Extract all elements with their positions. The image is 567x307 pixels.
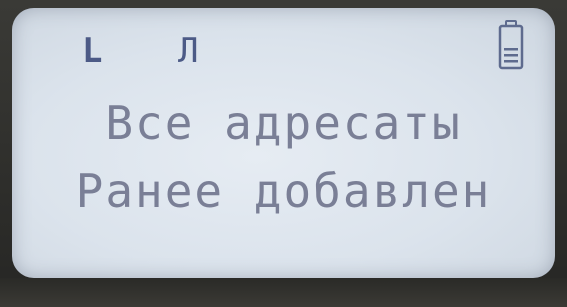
status-bar: L Л <box>12 8 555 78</box>
device-body: L Л Все адресаты Ранее добавлен <box>0 0 567 307</box>
device-bezel-bottom <box>0 278 567 307</box>
signal-indicator: Л <box>178 31 199 71</box>
mode-indicator: L <box>82 31 103 71</box>
status-line-previously-added: Ранее добавлен <box>75 164 492 218</box>
menu-line-all-recipients[interactable]: Все адресаты <box>12 100 555 146</box>
lcd-screen: L Л Все адресаты Ранее добавлен <box>12 8 555 278</box>
battery-icon <box>498 20 524 70</box>
